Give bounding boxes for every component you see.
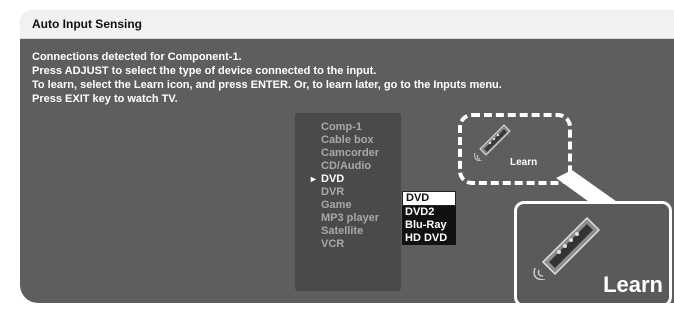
- learn-icon-zoomed: Learn: [514, 201, 672, 303]
- remote-control-icon: [533, 216, 601, 280]
- remote-control-icon: [474, 124, 511, 161]
- learn-icon-zoomed-label: Learn: [603, 272, 663, 297]
- learn-icon-label: Learn: [510, 157, 538, 168]
- learn-icon-button[interactable]: Learn: [458, 113, 572, 185]
- auto-input-sensing-screen: Auto Input Sensing Connections detected …: [20, 10, 674, 303]
